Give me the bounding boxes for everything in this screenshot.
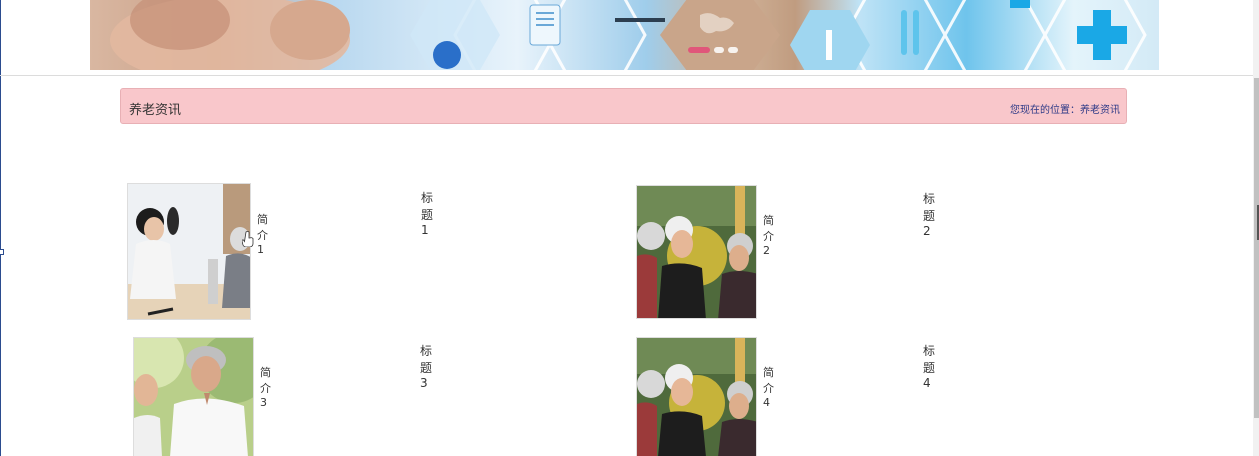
news-thumbnail-1[interactable] (127, 183, 251, 320)
elderly-women-image (637, 338, 756, 456)
news-title-1[interactable]: 标题1 (421, 189, 433, 237)
news-desc-3: 简介3 (260, 366, 271, 409)
window-left-edge (0, 0, 1, 456)
news-desc-2: 简介2 (763, 214, 774, 257)
news-thumbnail-2[interactable] (636, 185, 757, 319)
banner-image (110, 0, 1147, 70)
section-header: 养老资讯 您现在的位置：养老资讯 (120, 88, 1127, 124)
breadcrumb-prefix: 您现在的位置： (1010, 105, 1080, 116)
header-divider (0, 75, 1253, 76)
news-desc-1: 简介1 (257, 213, 268, 256)
window-resize-handle[interactable] (0, 249, 4, 255)
carousel-dot-1[interactable] (688, 47, 710, 53)
section-title: 养老资讯 (129, 103, 182, 118)
carousel-indicators (688, 47, 738, 53)
news-title-2[interactable]: 标题2 (923, 190, 935, 238)
page: 养老资讯 您现在的位置：养老资讯 标题1 简介1 标题2 简介2 标题3 简介3… (0, 0, 1259, 456)
news-title-4[interactable]: 标题4 (923, 342, 935, 390)
carousel-dot-3[interactable] (728, 47, 738, 53)
news-thumbnail-3[interactable] (133, 337, 254, 456)
news-thumbnail-4[interactable] (636, 337, 757, 456)
hand-cursor-icon (242, 231, 254, 247)
breadcrumb: 您现在的位置：养老资讯 (1010, 101, 1120, 116)
news-desc-4: 简介4 (763, 366, 774, 409)
elderly-women-image (637, 186, 756, 318)
elderly-men-image (134, 338, 253, 456)
breadcrumb-current-link[interactable]: 养老资讯 (1080, 105, 1120, 116)
nurse-image (128, 184, 250, 319)
banner-carousel[interactable] (90, 0, 1159, 70)
carousel-dot-2[interactable] (714, 47, 724, 53)
news-title-3[interactable]: 标题3 (420, 342, 432, 390)
scrollbar-thumb[interactable] (1254, 78, 1259, 418)
